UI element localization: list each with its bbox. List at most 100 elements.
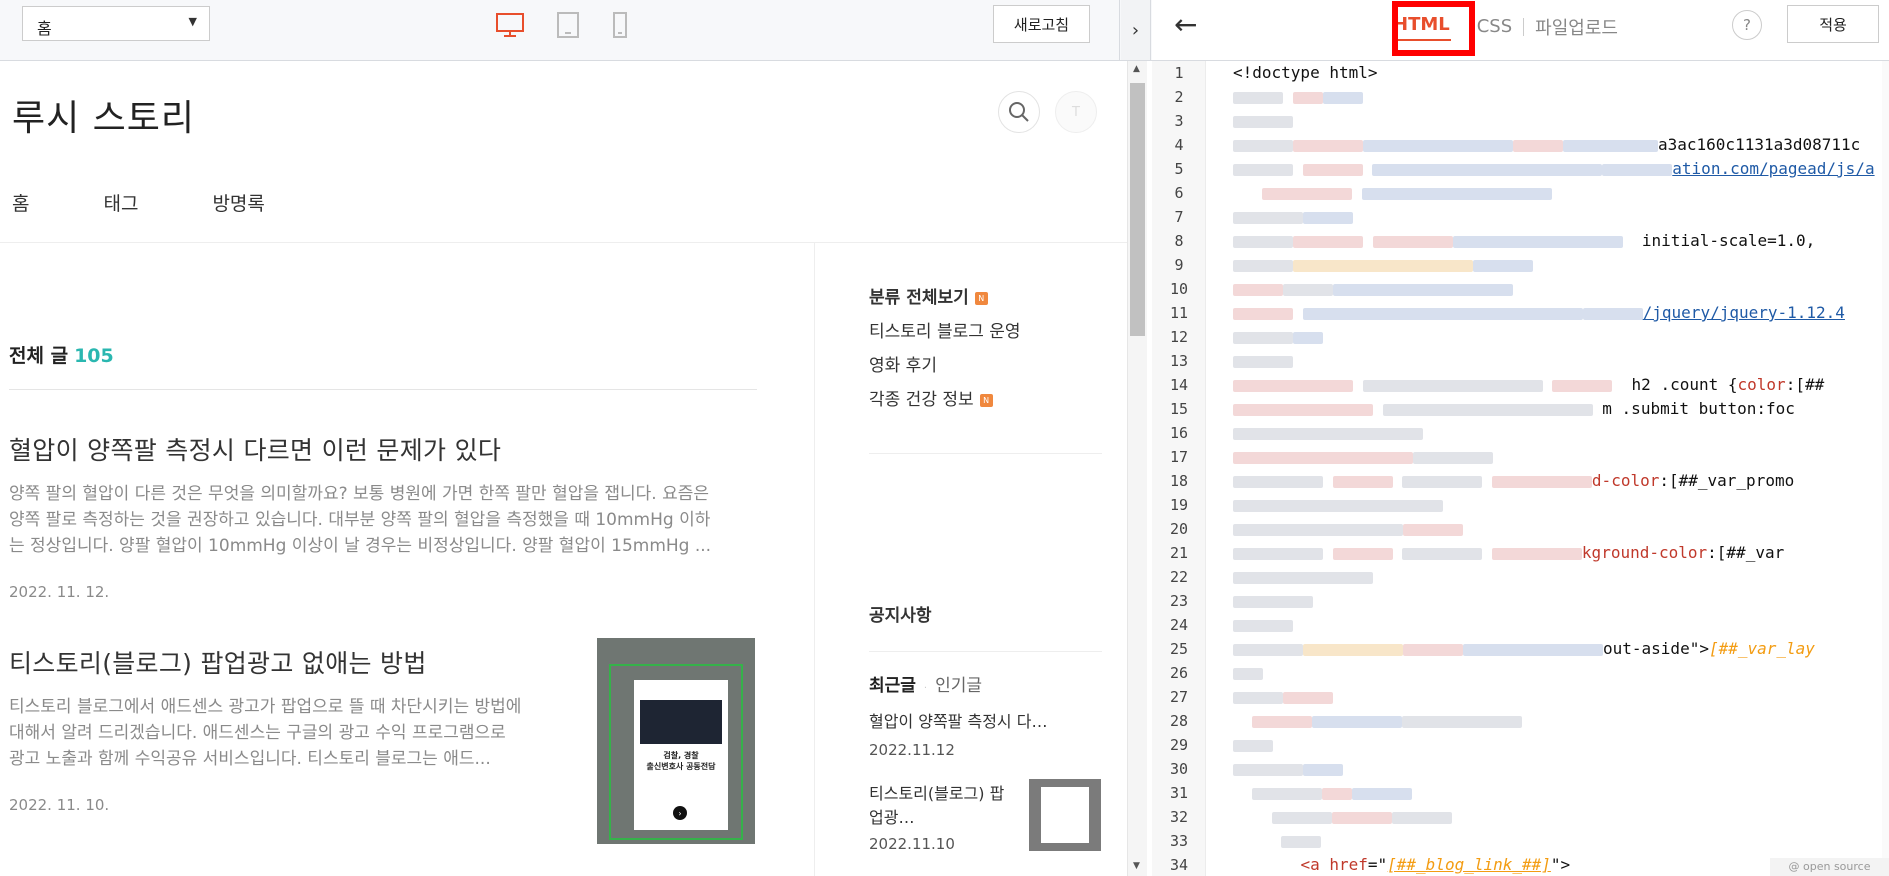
line-number: 6 bbox=[1174, 184, 1184, 202]
recent-post-thumbnail[interactable] bbox=[1029, 779, 1101, 851]
code-line-20[interactable] bbox=[1233, 517, 1883, 541]
code-line-10[interactable] bbox=[1233, 277, 1883, 301]
profile-avatar[interactable]: T bbox=[1055, 91, 1097, 133]
line-number: 21 bbox=[1169, 544, 1189, 562]
desktop-view-icon[interactable] bbox=[495, 12, 525, 38]
code-line-11-link[interactable]: /jquery/jquery-1.12.4 bbox=[1643, 303, 1845, 322]
code-line-19[interactable] bbox=[1233, 493, 1883, 517]
line-number: 9 bbox=[1174, 256, 1184, 274]
tab-divider bbox=[1523, 17, 1525, 36]
code-line-17[interactable] bbox=[1233, 445, 1883, 469]
refresh-button[interactable]: 새로고침 bbox=[993, 5, 1090, 43]
code-line-16[interactable] bbox=[1233, 421, 1883, 445]
code-line-9[interactable] bbox=[1233, 253, 1883, 277]
code-line-4-text: a3ac160c1131a3d08711c bbox=[1658, 135, 1861, 154]
line-number: 17 bbox=[1169, 448, 1189, 466]
post-date: 2022. 11. 12. bbox=[9, 583, 110, 601]
code-line-29[interactable] bbox=[1233, 733, 1883, 757]
line-number: 34 bbox=[1169, 856, 1189, 874]
page-select-value: 홈 bbox=[37, 19, 52, 38]
html-code-editor[interactable]: 1 2 3 4 5 6 7 8 9 10 11 12 13 14 15 16 17 18 19 20 21 22 23 24 2… bbox=[1152, 61, 1889, 876]
tablet-view-icon[interactable] bbox=[556, 11, 580, 39]
thumbnail-photo bbox=[640, 700, 722, 744]
code-line-28[interactable] bbox=[1233, 709, 1883, 733]
category-all-label: 분류 전체보기 bbox=[869, 288, 969, 308]
recent-post-date: 2022.11.10 bbox=[869, 835, 955, 853]
search-icon bbox=[1009, 102, 1029, 122]
post-item[interactable]: 혈압이 양쪽팔 측정시 다르면 이런 문제가 있다 양쪽 팔의 혈압이 다른 것… bbox=[9, 431, 729, 601]
code-line-11[interactable]: /jquery/jquery-1.12.4 bbox=[1233, 301, 1883, 325]
line-number: 14 bbox=[1169, 376, 1189, 394]
code-line-7[interactable] bbox=[1233, 205, 1883, 229]
code-line-3[interactable] bbox=[1233, 109, 1883, 133]
code-line-25[interactable]: out-aside">[##_var_lay bbox=[1233, 637, 1883, 661]
preview-scrollbar[interactable]: ▲ ▼ bbox=[1127, 61, 1147, 876]
page-select[interactable]: 홈 ▼ bbox=[22, 6, 210, 41]
line-number: 33 bbox=[1169, 832, 1189, 850]
category-item[interactable]: 티스토리 블로그 운영 bbox=[869, 317, 1021, 342]
post-thumbnail[interactable]: 검찰, 경찰 출신변호사 공동전담 › bbox=[597, 638, 755, 844]
code-line-15[interactable]: m .submit button:foc bbox=[1233, 397, 1883, 421]
recent-post-title[interactable]: 티스토리(블로그) 팝 bbox=[869, 780, 1004, 804]
recent-post-title[interactable]: 업광… bbox=[869, 804, 914, 828]
total-label: 전체 글 bbox=[9, 345, 69, 367]
category-heading[interactable]: 분류 전체보기 N bbox=[869, 283, 988, 308]
code-line-23[interactable] bbox=[1233, 589, 1883, 613]
code-line-4[interactable]: a3ac160c1131a3d08711c bbox=[1233, 133, 1883, 157]
line-number: 13 bbox=[1169, 352, 1189, 370]
preview-toolbar: 홈 ▼ 새로고침 bbox=[0, 0, 1120, 60]
code-line-12[interactable] bbox=[1233, 325, 1883, 349]
tab-css[interactable]: CSS bbox=[1477, 16, 1512, 37]
code-line-5[interactable]: ation.com/pagead/js/a bbox=[1233, 157, 1883, 181]
code-line-18[interactable]: d-color:[##_var_promo bbox=[1233, 469, 1883, 493]
nav-tag[interactable]: 태그 bbox=[103, 189, 138, 216]
code-line-8[interactable]: initial-scale=1.0, bbox=[1233, 229, 1883, 253]
code-line-21[interactable]: kground-color:[##_var bbox=[1233, 541, 1883, 565]
blog-title[interactable]: 루시 스토리 bbox=[12, 89, 195, 141]
category-item[interactable]: 영화 후기 bbox=[869, 351, 937, 376]
code-line-32[interactable] bbox=[1233, 805, 1883, 829]
line-number: 2 bbox=[1174, 88, 1184, 106]
code-line-1[interactable]: <!doctype html> bbox=[1233, 61, 1883, 85]
code-line-33[interactable] bbox=[1233, 829, 1883, 853]
code-line-22[interactable] bbox=[1233, 565, 1883, 589]
code-line-5-link[interactable]: ation.com/pagead/js/a bbox=[1672, 159, 1874, 178]
help-button[interactable]: ? bbox=[1732, 10, 1762, 40]
tab-popular[interactable]: 인기글 bbox=[935, 676, 982, 696]
notice-heading[interactable]: 공지사항 bbox=[869, 601, 932, 626]
mobile-view-icon[interactable] bbox=[612, 11, 628, 39]
category-item[interactable]: 각종 건강 정보 N bbox=[869, 385, 993, 410]
collapse-editor-button[interactable]: › bbox=[1121, 0, 1151, 60]
code-line-31[interactable] bbox=[1233, 781, 1883, 805]
nav-home[interactable]: 홈 bbox=[12, 189, 29, 216]
recent-post-title[interactable]: 혈압이 양쪽팔 측정시 다… bbox=[869, 708, 1047, 732]
code-line-14[interactable]: h2 .count {color:[## bbox=[1233, 373, 1883, 397]
post-title[interactable]: 티스토리(블로그) 팝업광고 없애는 방법 bbox=[9, 644, 529, 680]
category-label: 각종 건강 정보 bbox=[869, 390, 974, 410]
line-number: 4 bbox=[1174, 136, 1184, 154]
line-number: 29 bbox=[1169, 736, 1189, 754]
tab-file-upload[interactable]: 파일업로드 bbox=[1535, 14, 1618, 40]
scrollbar-thumb[interactable] bbox=[1130, 83, 1145, 336]
open-source-link[interactable]: @ open source bbox=[1770, 858, 1889, 876]
code-scrollbar[interactable] bbox=[1882, 61, 1889, 876]
scroll-up-icon[interactable]: ▲ bbox=[1133, 64, 1140, 74]
code-line-24[interactable] bbox=[1233, 613, 1883, 637]
code-line-26[interactable] bbox=[1233, 661, 1883, 685]
code-line-13[interactable] bbox=[1233, 349, 1883, 373]
tab-recent[interactable]: 최근글 bbox=[869, 676, 916, 696]
recent-post-date: 2022.11.12 bbox=[869, 741, 955, 759]
scroll-down-icon[interactable]: ▼ bbox=[1133, 861, 1140, 871]
code-line-30[interactable] bbox=[1233, 757, 1883, 781]
post-title[interactable]: 혈압이 양쪽팔 측정시 다르면 이런 문제가 있다 bbox=[9, 431, 729, 467]
code-line-2[interactable] bbox=[1233, 85, 1883, 109]
apply-button[interactable]: 적용 bbox=[1787, 5, 1879, 43]
nav-guestbook[interactable]: 방명록 bbox=[212, 189, 264, 216]
line-number: 15 bbox=[1169, 400, 1189, 418]
post-item[interactable]: 티스토리(블로그) 팝업광고 없애는 방법 티스토리 블로그에서 애드센스 광고… bbox=[9, 644, 529, 814]
code-line-6[interactable] bbox=[1233, 181, 1883, 205]
back-arrow-icon[interactable]: ← bbox=[1174, 8, 1197, 41]
line-number: 26 bbox=[1169, 664, 1189, 682]
code-line-27[interactable] bbox=[1233, 685, 1883, 709]
search-button[interactable] bbox=[998, 91, 1040, 133]
